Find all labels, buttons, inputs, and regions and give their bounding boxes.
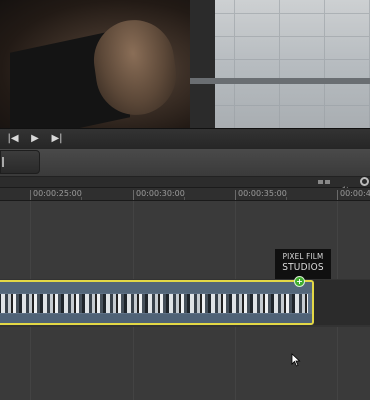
ruler-timecode: 00:00:40 bbox=[340, 189, 370, 198]
zoom-controls bbox=[0, 177, 370, 193]
zoom-icon[interactable] bbox=[360, 177, 369, 186]
ruler-tick bbox=[235, 190, 236, 200]
ruler-tick bbox=[133, 190, 134, 200]
floor-tiles bbox=[190, 0, 370, 128]
pixel-film-studios-logo: PIXEL FILM STUDIOS bbox=[275, 249, 331, 279]
video-frame-floor bbox=[190, 0, 370, 128]
timeline-area[interactable]: PIXEL FILM STUDIOS + bbox=[0, 201, 370, 400]
mouse-pointer-icon bbox=[291, 353, 301, 367]
ruler-tick bbox=[30, 190, 31, 200]
clip-filmstrip bbox=[0, 294, 308, 313]
previous-frame-button[interactable]: |◀ bbox=[2, 131, 24, 147]
clip-footer bbox=[0, 314, 312, 323]
ruler-minor-tick bbox=[184, 197, 185, 200]
ruler-minor-tick bbox=[286, 197, 287, 200]
video-viewer bbox=[0, 0, 370, 128]
ruler-timecode: 00:00:35:00 bbox=[238, 189, 287, 198]
transport-bar: |◀ ▶ ▶| bbox=[0, 128, 370, 150]
floor-gap bbox=[190, 78, 370, 84]
ruler-minor-tick bbox=[81, 197, 82, 200]
play-icon: ▶ bbox=[31, 133, 39, 144]
drop-target-area[interactable] bbox=[314, 280, 370, 325]
skip-forward-icon: ▶| bbox=[51, 133, 63, 144]
next-frame-button[interactable]: ▶| bbox=[46, 131, 68, 147]
ruler-timecode: 00:00:30:00 bbox=[136, 189, 185, 198]
ruler-timecode: 00:00:25:00 bbox=[33, 189, 82, 198]
timeline-ruler[interactable]: 00:00:25:00 00:00:30:00 00:00:35:00 00:0… bbox=[0, 188, 370, 201]
clip-header bbox=[0, 282, 312, 293]
add-clip-icon: + bbox=[294, 276, 305, 287]
floor-dark-strip bbox=[190, 0, 215, 128]
timeline-toolbar bbox=[0, 149, 370, 177]
logo-line-1: PIXEL FILM bbox=[282, 252, 324, 261]
skip-back-icon: |◀ bbox=[7, 133, 19, 144]
clip-appearance-icon[interactable] bbox=[318, 180, 330, 184]
toolbar-segment-button[interactable] bbox=[0, 150, 40, 174]
video-clip[interactable] bbox=[0, 280, 314, 325]
play-button[interactable]: ▶ bbox=[24, 131, 46, 147]
ruler-tick bbox=[337, 190, 338, 200]
segment-handle-icon bbox=[2, 157, 4, 167]
speaker-icon[interactable] bbox=[340, 178, 350, 193]
logo-line-2: STUDIOS bbox=[282, 262, 324, 273]
